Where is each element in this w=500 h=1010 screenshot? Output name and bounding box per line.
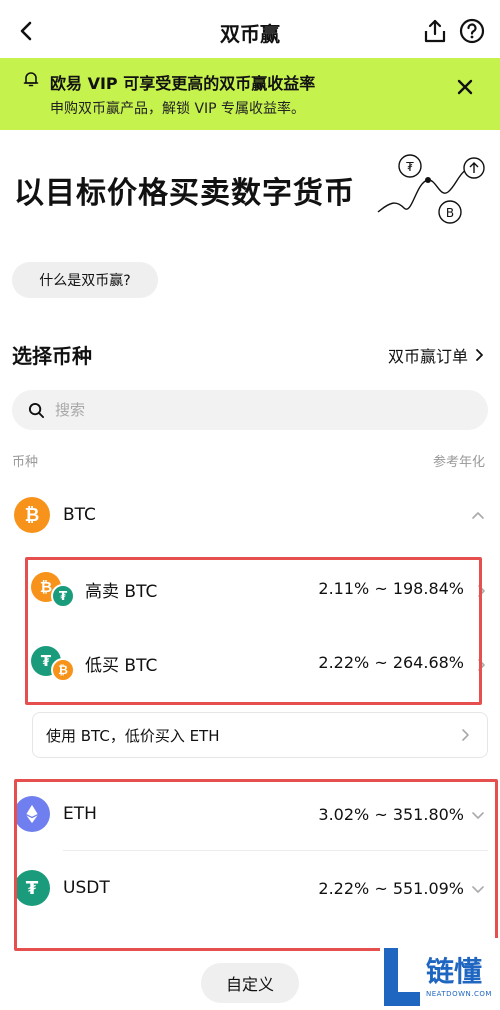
dual-invest-orders-link[interactable]: 双币赢订单 [388, 343, 486, 367]
select-coin-heading: 选择币种 [12, 344, 92, 368]
coin-row-btc[interactable]: ₿ BTC [0, 487, 500, 543]
chevron-down-icon [472, 812, 484, 819]
search-input[interactable] [55, 401, 455, 419]
neatdown-watermark: 链懂 NEATDOWN.COM [380, 938, 500, 1010]
bell-icon [23, 72, 39, 87]
top-bar: 双币赢 [0, 0, 500, 62]
close-icon [457, 79, 473, 95]
svg-text:B: B [446, 206, 454, 220]
banner-close-button[interactable] [452, 74, 478, 100]
btc-usdt-pair-icon: ₿ ₮ [31, 572, 77, 608]
product-row-sell-high-btc[interactable]: ₿ ₮ 高卖 BTC 2.11% ~ 198.84% [28, 560, 488, 620]
coin-name: BTC [63, 505, 96, 525]
banner-title: 欧易 VIP 可享受更高的双币赢收益率 [50, 74, 316, 93]
search-icon [28, 402, 45, 418]
tether-icon: ₮ [51, 584, 75, 608]
divider [63, 850, 488, 851]
chevron-right-icon [462, 729, 469, 741]
question-circle-icon [459, 18, 485, 44]
usdt-btc-pair-icon: ₮ ₿ [31, 646, 77, 682]
coin-apy: 3.02% ~ 351.80% [318, 805, 464, 824]
coin-apy: 2.22% ~ 551.09% [318, 879, 464, 898]
product-row-buy-low-btc[interactable]: ₮ ₿ 低买 BTC 2.22% ~ 264.68% [28, 634, 488, 694]
product-label: 低买 BTC [85, 656, 158, 676]
btc-buy-eth-label: 使用 BTC，低价买入 ETH [46, 727, 220, 745]
watermark-logo-foot [384, 992, 420, 1006]
ethereum-icon [14, 796, 50, 832]
custom-button[interactable]: 自定义 [201, 963, 299, 1003]
bitcoin-icon: ₿ [51, 658, 75, 682]
watermark-subtext: NEATDOWN.COM [426, 990, 492, 998]
search-bar[interactable] [12, 390, 488, 430]
chevron-right-icon [478, 659, 485, 671]
watermark-text: 链懂 [426, 955, 483, 988]
share-button[interactable] [422, 18, 448, 44]
tether-icon: ₮ [14, 870, 50, 906]
share-icon [424, 19, 446, 43]
chevron-right-icon [476, 349, 483, 361]
product-label: 高卖 BTC [85, 582, 158, 602]
svg-text:₮: ₮ [406, 160, 414, 174]
banner-subtitle: 申购双币赢产品，解锁 VIP 专属收益率。 [50, 101, 306, 117]
what-is-dual-invest-button[interactable]: 什么是双币赢? [12, 262, 158, 298]
chevron-up-icon [472, 512, 484, 519]
coin-row-usdt[interactable]: ₮ USDT 2.22% ~ 551.09% [0, 860, 500, 916]
chevron-down-icon [472, 886, 484, 893]
vip-banner: 欧易 VIP 可享受更高的双币赢收益率 申购双币赢产品，解锁 VIP 专属收益率… [0, 58, 500, 130]
orders-link-label: 双币赢订单 [388, 347, 469, 366]
coin-name: USDT [63, 878, 110, 898]
price-chart-illustration: ₮ B [377, 154, 485, 224]
btc-buy-eth-low-row[interactable]: 使用 BTC，低价买入 ETH [32, 712, 488, 758]
bitcoin-icon: ₿ [14, 497, 50, 533]
coin-row-eth[interactable]: ETH 3.02% ~ 351.80% [0, 786, 500, 842]
help-button[interactable] [459, 18, 485, 44]
chevron-right-icon [478, 585, 485, 597]
product-apy: 2.22% ~ 264.68% [318, 653, 464, 672]
product-apy: 2.11% ~ 198.84% [318, 579, 464, 598]
coin-name: ETH [63, 804, 97, 824]
column-header-apy: 参考年化 [433, 455, 486, 470]
column-header-coin: 币种 [12, 455, 39, 470]
hero-title: 以目标价格买卖数字货币 [14, 176, 355, 211]
